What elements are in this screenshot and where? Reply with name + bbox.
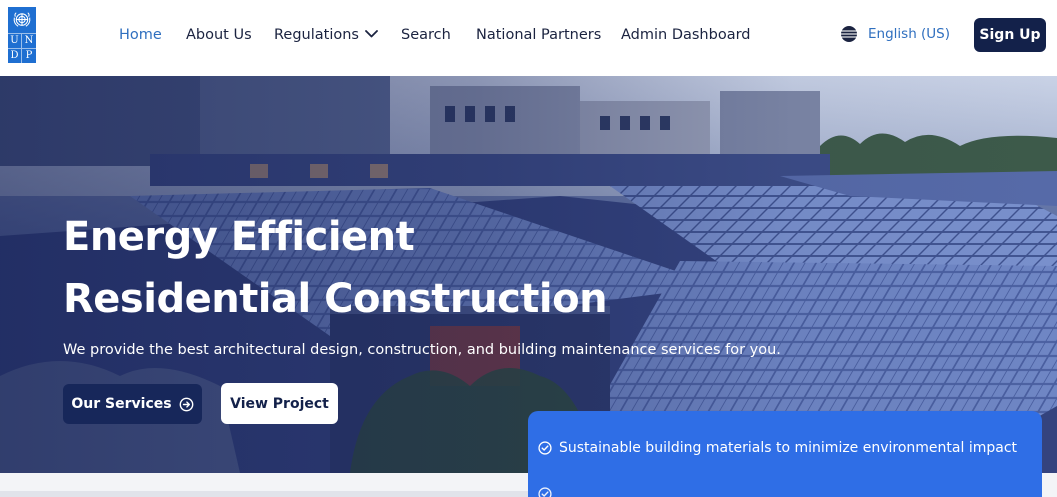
site-header: U N D P Home About Us Regulations Search… [0, 0, 1057, 76]
arrow-circle-right-icon [179, 397, 193, 411]
feature-item: Sustainable building materials to minimi… [538, 440, 1017, 456]
feature-item [538, 487, 559, 497]
nav-search[interactable]: Search [401, 26, 451, 44]
sign-up-button[interactable]: Sign Up [974, 18, 1046, 52]
check-circle-icon [538, 441, 552, 455]
our-services-button[interactable]: Our Services [63, 384, 202, 424]
features-card: Sustainable building materials to minimi… [528, 411, 1042, 497]
logo-letter: D [8, 48, 22, 63]
hero-title-line-1: Energy Efficient [63, 214, 415, 260]
nav-regulations[interactable]: Regulations [274, 26, 378, 44]
language-label: English (US) [868, 26, 951, 42]
globe-icon [841, 26, 857, 42]
undp-logo[interactable]: U N D P [8, 7, 36, 63]
language-selector[interactable]: English (US) [840, 25, 950, 43]
view-project-button[interactable]: View Project [221, 383, 338, 424]
un-emblem-icon [13, 12, 31, 27]
hero-title: Energy Efficient Residential Constructio… [63, 206, 608, 330]
our-services-label: Our Services [71, 396, 172, 412]
logo-letters: U N D P [8, 33, 36, 63]
feature-text: Sustainable building materials to minimi… [559, 440, 1018, 456]
nav-regulations-label: Regulations [274, 27, 359, 43]
check-circle-icon [538, 487, 552, 497]
nav-admin-dashboard[interactable]: Admin Dashboard [621, 26, 751, 44]
section-divider [0, 491, 528, 497]
logo-letter: N [22, 33, 36, 48]
logo-letter: P [22, 48, 36, 63]
hero-title-line-2: Residential Construction [63, 276, 608, 322]
hero-subtitle: We provide the best architectural design… [63, 342, 781, 358]
nav-home[interactable]: Home [119, 26, 162, 44]
nav-about-us[interactable]: About Us [186, 26, 252, 44]
chevron-down-icon [365, 30, 378, 38]
nav-national-partners[interactable]: National Partners [476, 26, 601, 44]
logo-letter: U [8, 33, 22, 48]
